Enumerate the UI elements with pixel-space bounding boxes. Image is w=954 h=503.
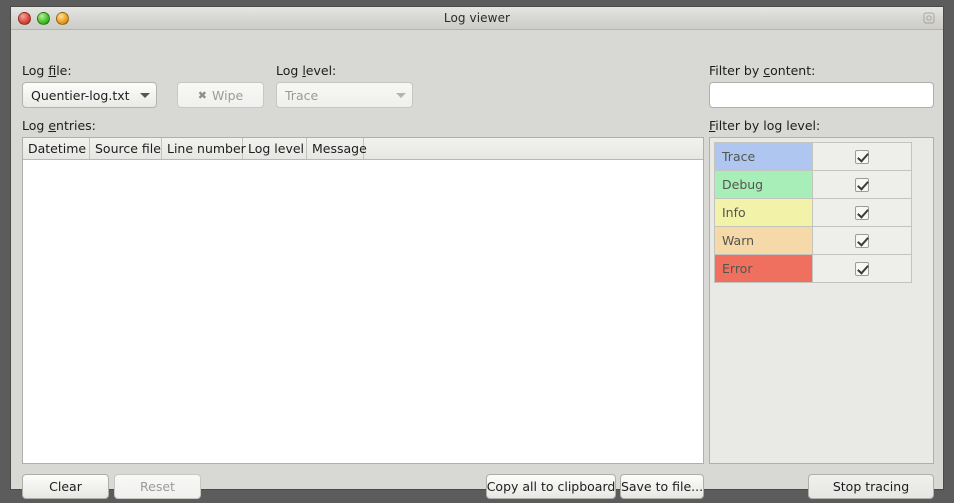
- reset-button[interactable]: Reset: [114, 474, 201, 499]
- copy-button-label: Copy all to clipboard: [486, 479, 616, 494]
- level-name-warn: Warn: [715, 227, 813, 254]
- reset-button-label: Reset: [140, 479, 175, 494]
- column-header-datetime[interactable]: Datetime: [23, 138, 90, 159]
- column-header-log-level[interactable]: Log level: [243, 138, 307, 159]
- level-checkbox-cell-error[interactable]: [813, 255, 911, 282]
- level-checkbox-cell-trace[interactable]: [813, 143, 911, 170]
- column-header-message[interactable]: Message: [307, 138, 367, 159]
- list-item[interactable]: Info: [715, 199, 911, 227]
- log-level-label: Log level:: [276, 63, 337, 78]
- log-level-filter-panel: Trace Debug Info Warn Error: [709, 137, 934, 464]
- list-item[interactable]: Debug: [715, 171, 911, 199]
- log-level-value: Trace: [285, 87, 319, 103]
- log-file-label: Log file:: [22, 63, 72, 78]
- wipe-button-label: Wipe: [212, 87, 244, 103]
- app-menu-icon[interactable]: [921, 10, 937, 26]
- log-entries-label: Log entries:: [22, 118, 96, 133]
- window-controls: [18, 11, 69, 25]
- log-level-combo[interactable]: Trace: [276, 82, 413, 108]
- table-header-row: Datetime Source file Line number Log lev…: [23, 138, 703, 160]
- level-checkbox-cell-debug[interactable]: [813, 171, 911, 198]
- copy-all-to-clipboard-button[interactable]: Copy all to clipboard: [486, 474, 616, 499]
- wipe-button[interactable]: ✖ Wipe: [177, 82, 264, 108]
- level-name-error: Error: [715, 255, 813, 282]
- window-title: Log viewer: [443, 11, 511, 25]
- column-header-source-file[interactable]: Source file: [90, 138, 162, 159]
- level-checkbox-cell-warn[interactable]: [813, 227, 911, 254]
- level-checkbox-cell-info[interactable]: [813, 199, 911, 226]
- titlebar: Log viewer: [11, 7, 943, 30]
- save-button-label: Save to file...: [620, 479, 704, 494]
- minimize-traffic-light[interactable]: [56, 11, 69, 25]
- trace-button-label: Stop tracing: [832, 479, 910, 494]
- filter-level-label: Filter by log level:: [709, 118, 821, 133]
- cross-icon: ✖: [197, 88, 208, 102]
- log-file-combo[interactable]: Quentier-log.txt: [22, 82, 157, 108]
- filter-content-label: Filter by content:: [709, 63, 816, 78]
- log-entries-table[interactable]: Datetime Source file Line number Log lev…: [22, 137, 704, 464]
- close-traffic-light[interactable]: [18, 11, 31, 25]
- checkbox-trace[interactable]: [855, 149, 869, 164]
- chevron-down-icon: [396, 92, 406, 98]
- clear-button[interactable]: Clear: [22, 474, 109, 499]
- filter-content-input[interactable]: [709, 82, 934, 108]
- level-name-trace: Trace: [715, 143, 813, 170]
- list-item[interactable]: Error: [715, 255, 911, 283]
- maximize-traffic-light[interactable]: [37, 11, 50, 25]
- save-to-file-button[interactable]: Save to file...: [620, 474, 704, 499]
- chevron-down-icon: [140, 92, 150, 98]
- clear-button-label: Clear: [49, 479, 82, 494]
- checkbox-warn[interactable]: [855, 233, 869, 248]
- table-header-filler: [364, 138, 703, 159]
- log-viewer-window: Log viewer Log file: Quentier-log.txt ✖ …: [10, 6, 944, 499]
- checkbox-info[interactable]: [855, 205, 869, 220]
- log-file-value: Quentier-log.txt: [31, 87, 130, 103]
- level-name-debug: Debug: [715, 171, 813, 198]
- level-name-info: Info: [715, 199, 813, 226]
- checkbox-error[interactable]: [855, 261, 869, 276]
- stop-tracing-button[interactable]: Stop tracing: [808, 474, 934, 499]
- list-item[interactable]: Warn: [715, 227, 911, 255]
- table-body[interactable]: [23, 160, 703, 463]
- log-level-filter-list[interactable]: Trace Debug Info Warn Error: [714, 142, 912, 283]
- window-body: Log file: Quentier-log.txt ✖ Wipe Log le…: [11, 30, 943, 499]
- checkbox-debug[interactable]: [855, 177, 869, 192]
- list-item[interactable]: Trace: [715, 143, 911, 171]
- column-header-line-number[interactable]: Line number: [162, 138, 246, 159]
